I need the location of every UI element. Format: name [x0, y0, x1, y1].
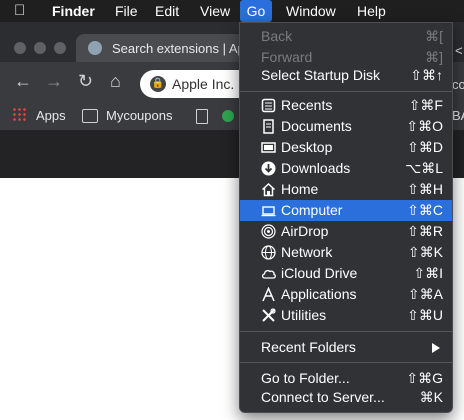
back-arrow-icon[interactable]: ← [14, 71, 32, 91]
utilities-icon [261, 308, 276, 323]
menu-item-documents[interactable]: Documents ⇧⌘O [240, 116, 452, 137]
home-icon [261, 182, 276, 197]
documents-icon [261, 119, 276, 134]
close-window-button[interactable] [14, 42, 26, 54]
menu-item-recents[interactable]: Recents ⇧⌘F [240, 95, 452, 116]
menu-file[interactable]: File [115, 0, 138, 22]
menu-finder[interactable]: Finder [52, 0, 95, 22]
menu-view[interactable]: View [200, 0, 230, 22]
apple-icon[interactable]:  [14, 0, 25, 22]
go-menu: Back ⌘[ Forward ⌘] Select Startup Disk ⇧… [239, 22, 453, 413]
network-icon [261, 245, 276, 260]
reload-icon[interactable]: ↻ [78, 71, 93, 91]
extensions-favicon-icon [88, 41, 102, 55]
recents-icon [261, 98, 276, 113]
bookmark-mycoupons[interactable]: Mycoupons [106, 108, 172, 123]
menu-item-connect-to-server[interactable]: Connect to Server... ⌘K [240, 387, 452, 408]
menu-item-select-startup-disk[interactable]: Select Startup Disk ⇧⌘↑ [240, 65, 452, 86]
tab-overflow-text: < [455, 43, 463, 58]
menu-item-go-to-folder[interactable]: Go to Folder... ⇧⌘G [240, 368, 452, 389]
home-icon[interactable]: ⌂ [110, 71, 121, 91]
menu-item-desktop[interactable]: Desktop ⇧⌘D [240, 137, 452, 158]
site-name: Apple Inc. [172, 76, 235, 92]
green-site-icon[interactable] [222, 110, 234, 122]
forward-arrow-icon[interactable]: → [45, 71, 63, 91]
menu-item-recent-folders[interactable]: Recent Folders [240, 337, 452, 358]
lock-icon: 🔒 [150, 76, 166, 92]
menubar:  Finder File Edit View Go Window Help [0, 0, 464, 22]
menu-item-applications[interactable]: Applications ⇧⌘A [240, 284, 452, 305]
downloads-icon [261, 161, 276, 176]
menu-separator [240, 362, 452, 363]
menu-item-home[interactable]: Home ⇧⌘H [240, 179, 452, 200]
bookmark-overflow-text: BA [452, 108, 464, 123]
menu-item-icloud-drive[interactable]: iCloud Drive ⇧⌘I [240, 263, 452, 284]
browser-tab[interactable]: Search extensions | Ap [76, 34, 252, 62]
toolbar-overflow-text: co [452, 77, 464, 92]
menu-item-downloads[interactable]: Downloads ⌥⌘L [240, 158, 452, 179]
menu-separator [240, 91, 452, 92]
menu-item-airdrop[interactable]: AirDrop ⇧⌘R [240, 221, 452, 242]
folder-icon [82, 109, 98, 123]
menu-item-network[interactable]: Network ⇧⌘K [240, 242, 452, 263]
bookmark-apps[interactable]: Apps [36, 108, 66, 123]
desktop-icon [261, 140, 276, 155]
page-icon[interactable] [196, 109, 208, 124]
menu-item-computer[interactable]: Computer ⇧⌘C [240, 200, 452, 221]
applications-icon [261, 286, 276, 302]
icloud-icon [261, 266, 276, 281]
minimize-window-button[interactable] [34, 42, 46, 54]
menu-window[interactable]: Window [286, 0, 336, 22]
menu-edit[interactable]: Edit [155, 0, 179, 22]
apps-grid-icon [12, 107, 26, 121]
zoom-window-button[interactable] [54, 42, 66, 54]
menu-separator [240, 331, 452, 332]
submenu-arrow-icon [432, 343, 440, 353]
menu-help[interactable]: Help [357, 0, 386, 22]
airdrop-icon [261, 224, 276, 239]
menu-go[interactable]: Go [240, 0, 272, 22]
menu-item-utilities[interactable]: Utilities ⇧⌘U [240, 305, 452, 326]
computer-icon [261, 203, 276, 218]
menu-item-back: Back ⌘[ [261, 28, 443, 44]
tab-title: Search extensions | Ap [112, 41, 245, 56]
